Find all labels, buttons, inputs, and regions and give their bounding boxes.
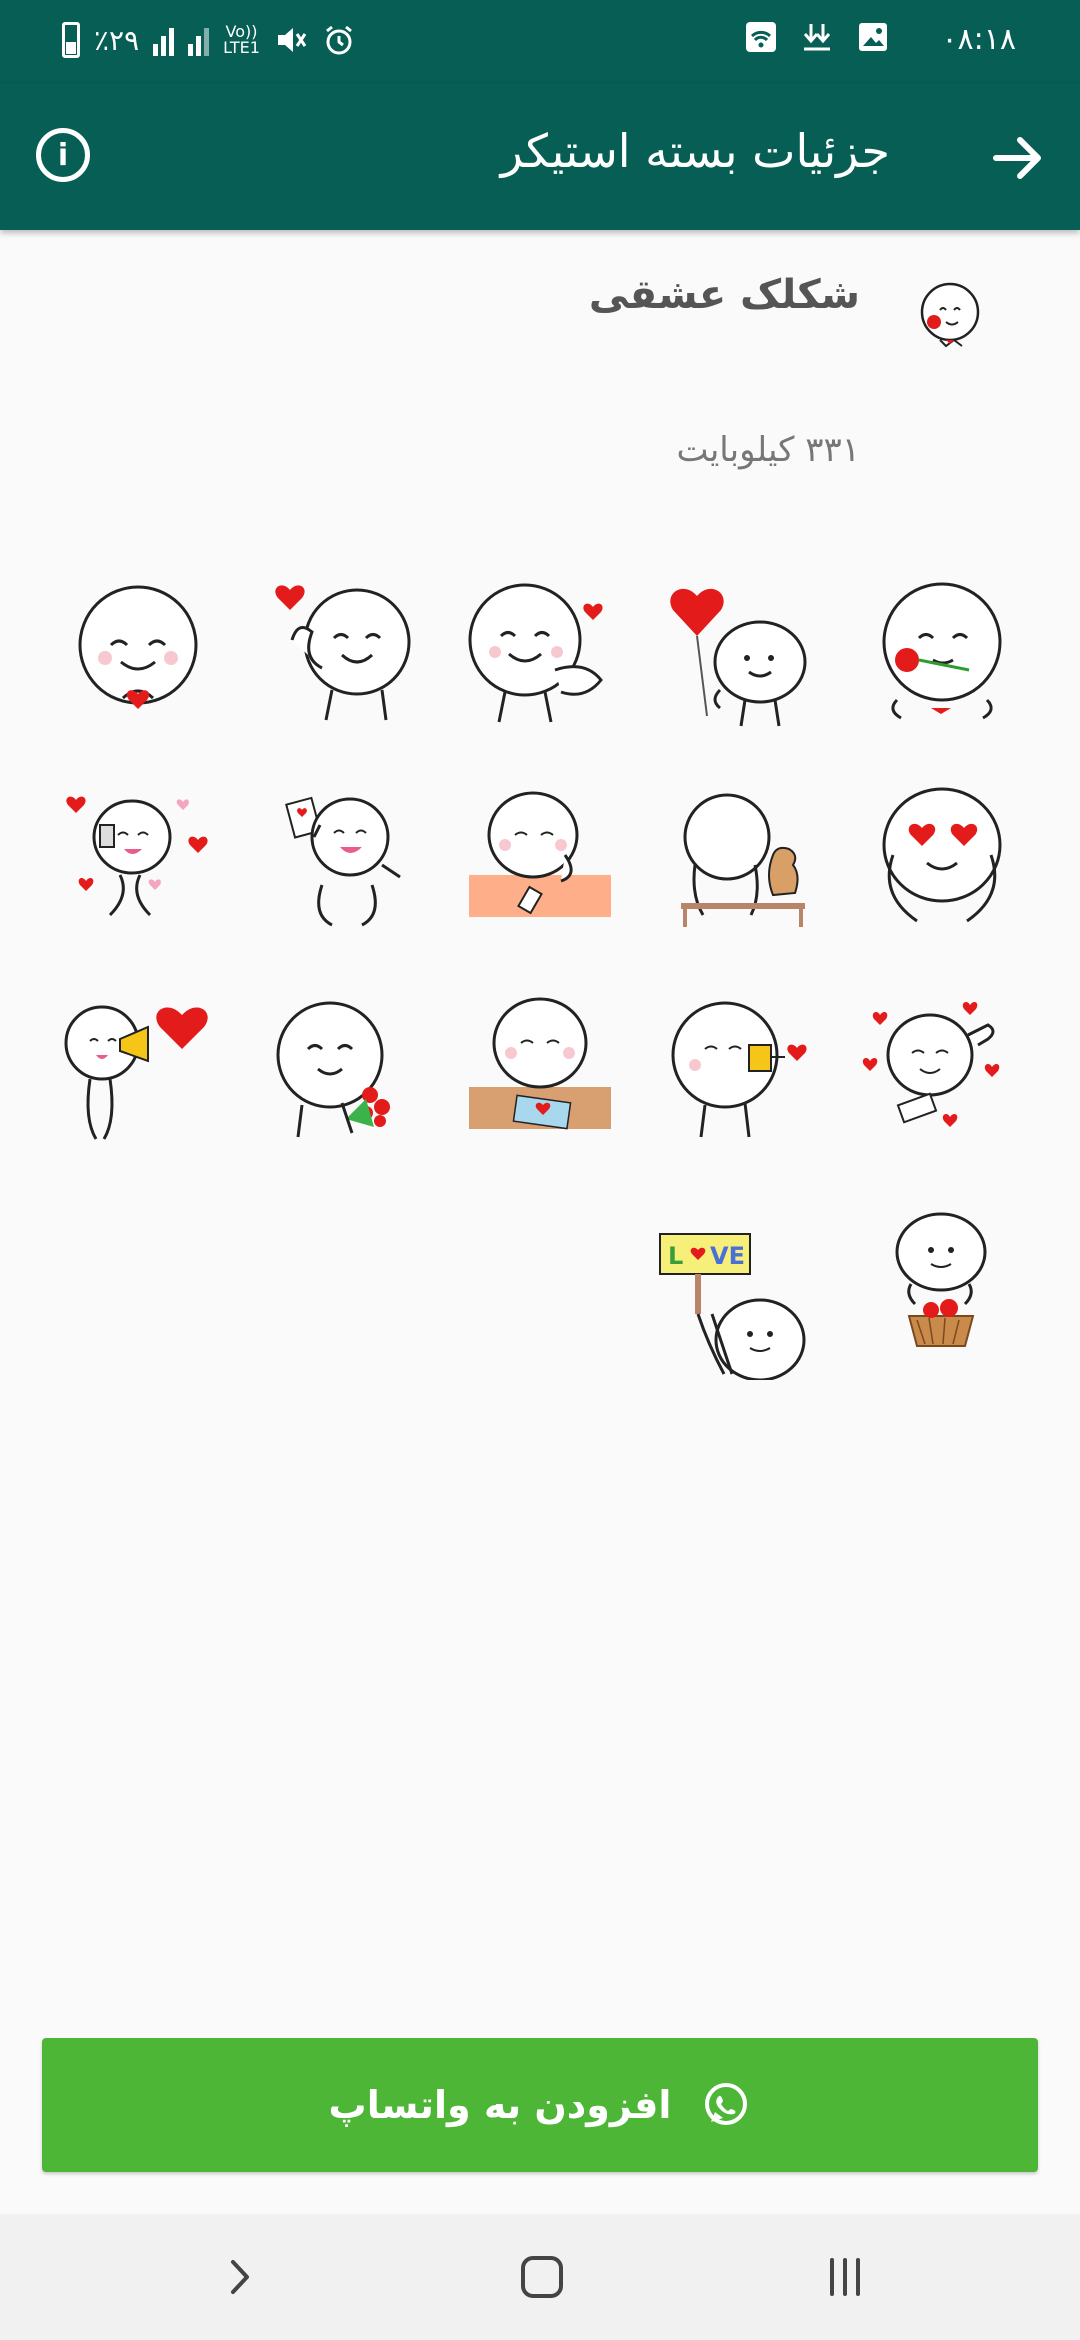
battery-text: ٪۲۹ [94,23,140,57]
pack-name: شکلک عشقی [588,272,860,318]
recents-lines-icon[interactable] [820,2252,870,2302]
pack-size: ۳۳۱ کیلوبایت [676,430,860,470]
info-icon[interactable]: i [36,128,90,182]
sticker-finger-heart[interactable] [465,580,615,730]
pack-tray-icon [920,282,980,348]
sticker-cup-phone-heart[interactable] [665,995,815,1145]
svg-text:VE: VE [710,1242,745,1270]
sticker-desk-phone[interactable] [465,785,615,935]
clock: ۰۸:۱۸ [941,22,1016,57]
page-title: جزئیات بسته استیکر [500,124,890,178]
status-left: ٪۲۹ Vo)) LTE1 [62,22,356,58]
arrow-forward-icon[interactable] [986,126,1050,190]
signal-icon-2 [188,24,210,56]
sticker-heart-eyes[interactable] [867,785,1017,935]
mute-icon [277,28,307,52]
battery-icon [62,22,80,58]
download-icon [803,24,831,51]
sticker-dog-bench[interactable] [665,785,815,935]
alarm-icon [325,25,352,55]
whatsapp-icon [705,2083,748,2125]
status-icons [744,20,890,54]
sticker-heart-hands[interactable] [63,580,213,730]
sticker-lying-hearts[interactable] [860,995,1010,1145]
add-to-whatsapp-button[interactable]: افزودن به واتساپ [42,2038,1038,2172]
sticker-rose-kiss[interactable] [867,580,1017,730]
wifi-calling-icon [746,22,776,52]
sticker-love-sign[interactable]: L VE [658,1230,808,1380]
sticker-selfie-dance[interactable] [262,785,412,935]
home-square-icon[interactable] [517,2252,567,2302]
signal-icon [153,24,175,56]
network-label: Vo)) LTE1 [223,22,260,57]
status-bar: ٪۲۹ Vo)) LTE1 ۰۸:۱۸ [0,0,1080,84]
app-bar: i جزئیات بسته استیکر [0,84,1080,230]
sticker-flower-bouquet[interactable] [262,995,412,1145]
sticker-selfie-hearts[interactable] [60,785,210,935]
add-button-label: افزودن به واتساپ [328,2083,672,2127]
sticker-megaphone-heart[interactable] [60,995,210,1145]
sticker-heart-basket[interactable] [865,1212,1015,1362]
system-nav-bar [0,2214,1080,2340]
sticker-waving-heart[interactable] [262,580,412,730]
svg-text:L: L [668,1242,683,1270]
image-icon [859,23,887,51]
sticker-balloon-heart[interactable] [665,580,815,730]
chevron-back-icon[interactable] [215,2252,265,2302]
sticker-writing-letter[interactable] [465,995,615,1145]
